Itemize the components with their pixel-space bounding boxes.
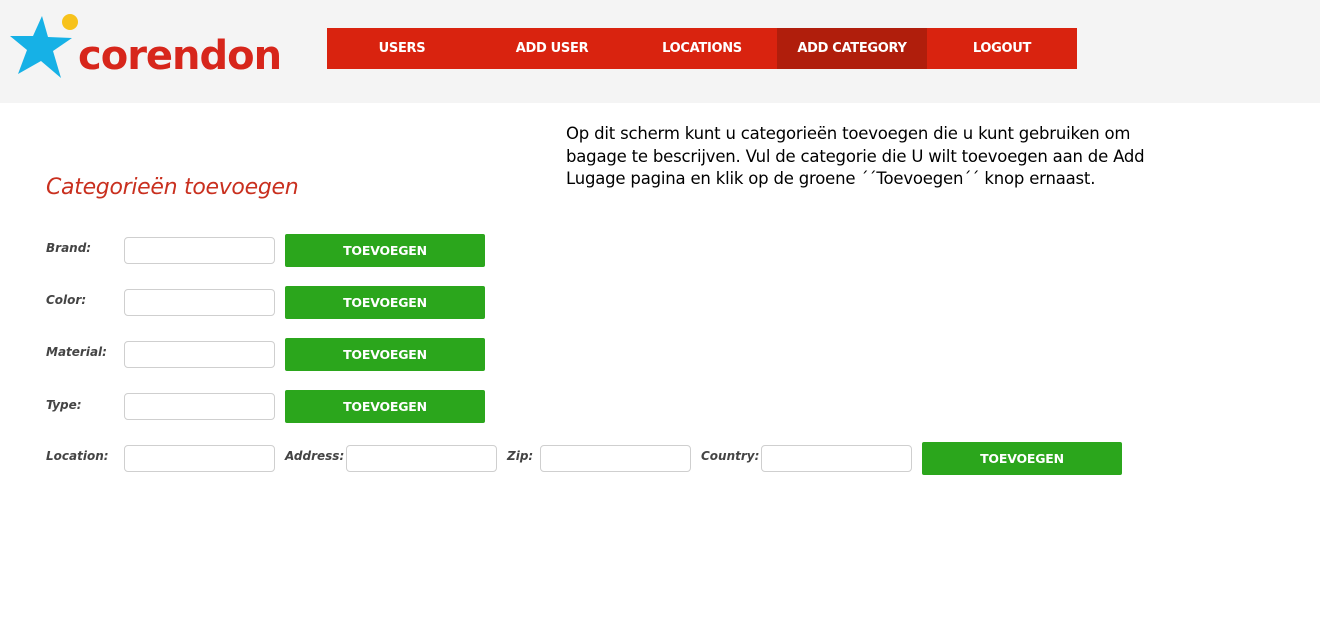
material-input[interactable] [124, 341, 275, 368]
header: corendon USERS ADD USER LOCATIONS ADD CA… [0, 0, 1320, 103]
zip-label: Zip: [507, 449, 534, 463]
nav-item-add-category[interactable]: ADD CATEGORY [777, 28, 927, 69]
brand-input[interactable] [124, 237, 275, 264]
material-label: Material: [46, 345, 107, 359]
intro-line: Lugage pagina en klik op de groene ´´Toe… [566, 169, 1096, 188]
type-input[interactable] [124, 393, 275, 420]
country-input[interactable] [761, 445, 912, 472]
brand-label: Brand: [46, 241, 92, 255]
sun-icon [62, 14, 78, 30]
add-material-button[interactable]: TOEVOEGEN [285, 338, 485, 371]
type-label: Type: [46, 398, 82, 412]
page-title: Categorieën toevoegen [46, 175, 299, 200]
nav-item-logout[interactable]: LOGOUT [927, 28, 1077, 69]
nav-item-add-user[interactable]: ADD USER [477, 28, 627, 69]
address-input[interactable] [346, 445, 497, 472]
intro-line: bagage te bescrijven. Vul de categorie d… [566, 146, 1145, 166]
color-label: Color: [46, 293, 87, 307]
logo-wordmark: corendon [78, 33, 282, 79]
corendon-logo[interactable]: corendon [8, 10, 282, 88]
add-brand-button[interactable]: TOEVOEGEN [285, 234, 485, 267]
location-label: Location: [46, 449, 109, 463]
country-label: Country: [701, 449, 760, 463]
location-input[interactable] [124, 445, 275, 472]
intro-line: Op dit scherm kunt u categorieën toevoeg… [566, 124, 1131, 143]
main-nav: USERS ADD USER LOCATIONS ADD CATEGORY LO… [327, 28, 1077, 69]
intro-text: Op dit scherm kunt u categorieën toevoeg… [566, 123, 1216, 191]
zip-input[interactable] [540, 445, 691, 472]
add-location-button[interactable]: TOEVOEGEN [922, 442, 1122, 475]
nav-item-users[interactable]: USERS [327, 28, 477, 69]
address-label: Address: [285, 449, 345, 463]
add-color-button[interactable]: TOEVOEGEN [285, 286, 485, 319]
nav-item-locations[interactable]: LOCATIONS [627, 28, 777, 69]
color-input[interactable] [124, 289, 275, 316]
add-type-button[interactable]: TOEVOEGEN [285, 390, 485, 423]
